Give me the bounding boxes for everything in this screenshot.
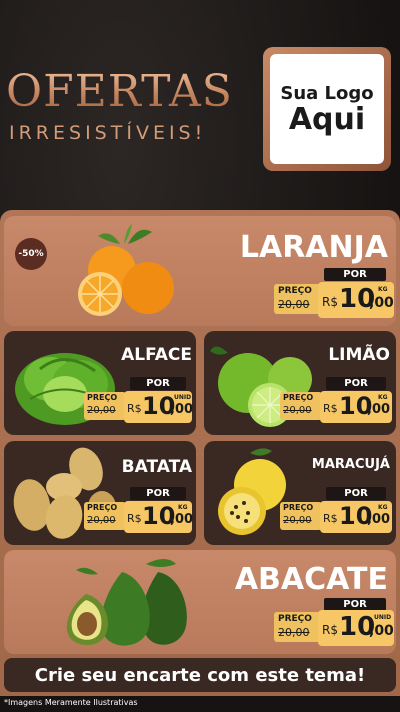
product-card-laranja[interactable]: -50% LARANJA POR PREÇO 20,00 R$ 10 ,00 K… (4, 216, 396, 326)
currency: R$ (127, 402, 142, 415)
price-tag: R$ 10 ,00 KG (124, 501, 194, 533)
price-tag: R$ 10 ,00 UNID (318, 610, 394, 646)
price-unit: UNID (174, 394, 192, 401)
price-cents: ,00 (170, 402, 194, 417)
logo-text-line1: Sua Logo (280, 82, 374, 104)
old-price: 20,00 (283, 405, 312, 416)
price-unit: KG (378, 286, 388, 293)
preco-label: PREÇO (278, 286, 312, 296)
footnote: *Imagens Meramente Ilustrativas (4, 698, 138, 707)
preco-label: PREÇO (87, 393, 118, 402)
product-card-abacate[interactable]: ABACATE POR PREÇO 20,00 R$ 10 ,00 UNID (4, 550, 396, 654)
old-price-box: PREÇO 20,00 (274, 612, 320, 642)
por-label: POR (326, 487, 386, 500)
currency: R$ (322, 295, 338, 309)
cta-button[interactable]: Crie seu encarte com este tema! (4, 658, 396, 692)
product-card-maracuja[interactable]: MARACUJÁ POR PREÇO 20,00 R$ 10 ,00 KG (204, 441, 396, 545)
preco-label: PREÇO (283, 503, 314, 512)
por-label: POR (324, 268, 386, 281)
price-unit: KG (378, 504, 388, 511)
price-cents: ,00 (369, 623, 394, 639)
old-price-box: PREÇO 20,00 (84, 392, 126, 420)
product-name: ALFACE (121, 345, 192, 365)
currency: R$ (323, 402, 338, 415)
por-label: POR (326, 377, 386, 390)
old-price-box: PREÇO 20,00 (280, 502, 322, 530)
product-card-limao[interactable]: LIMÃO POR PREÇO 20,00 R$ 10 ,00 KG (204, 331, 396, 435)
price-unit: KG (378, 394, 388, 401)
page-subtitle: IRRESISTÍVEIS! (9, 122, 207, 144)
price-tag: R$ 10 ,00 KG (320, 391, 392, 423)
price-cents: ,00 (369, 295, 394, 311)
product-card-batata[interactable]: BATATA POR PREÇO 20,00 R$ 10 ,00 KG (4, 441, 196, 545)
old-price-box: PREÇO 20,00 (274, 284, 320, 314)
currency: R$ (322, 623, 338, 637)
preco-label: PREÇO (283, 393, 314, 402)
currency: R$ (323, 512, 338, 525)
preco-label: PREÇO (87, 503, 118, 512)
price-unit: KG (178, 504, 188, 511)
product-card-alface[interactable]: ALFACE POR PREÇO 20,00 R$ 10 ,00 UNID (4, 331, 196, 435)
price-tag: R$ 10 ,00 UNID (124, 391, 194, 423)
old-price: 20,00 (87, 515, 116, 526)
old-price-box: PREÇO 20,00 (280, 392, 322, 420)
old-price-box: PREÇO 20,00 (84, 502, 126, 530)
product-name: LIMÃO (328, 345, 390, 365)
orange-image (78, 224, 174, 316)
price-tag: R$ 10 ,00 KG (320, 501, 392, 533)
avocado-image (66, 559, 187, 646)
old-price: 20,00 (283, 515, 312, 526)
product-name: ABACATE (234, 562, 388, 597)
old-price: 20,00 (278, 298, 310, 311)
discount-badge: -50% (15, 238, 47, 270)
price-tag: R$ 10 ,00 KG (318, 282, 394, 318)
product-name: BATATA (121, 457, 192, 477)
currency: R$ (127, 512, 142, 525)
page-title: OFERTAS (6, 66, 256, 117)
price-cents: ,00 (367, 402, 391, 417)
old-price: 20,00 (87, 405, 116, 416)
product-name: LARANJA (239, 230, 388, 265)
price-cents: ,00 (170, 512, 194, 527)
price-cents: ,00 (367, 512, 391, 527)
preco-label: PREÇO (278, 614, 312, 624)
logo-placeholder[interactable]: Sua Logo Aqui (263, 47, 391, 171)
por-label: POR (130, 487, 186, 500)
logo-text-line2: Aqui (288, 101, 366, 137)
header: OFERTAS IRRESISTÍVEIS! Sua Logo Aqui (0, 0, 400, 210)
price-unit: UNID (374, 614, 392, 621)
logo-inner: Sua Logo Aqui (270, 54, 384, 164)
product-name: MARACUJÁ (311, 457, 390, 472)
por-label: POR (130, 377, 186, 390)
old-price: 20,00 (278, 626, 310, 639)
